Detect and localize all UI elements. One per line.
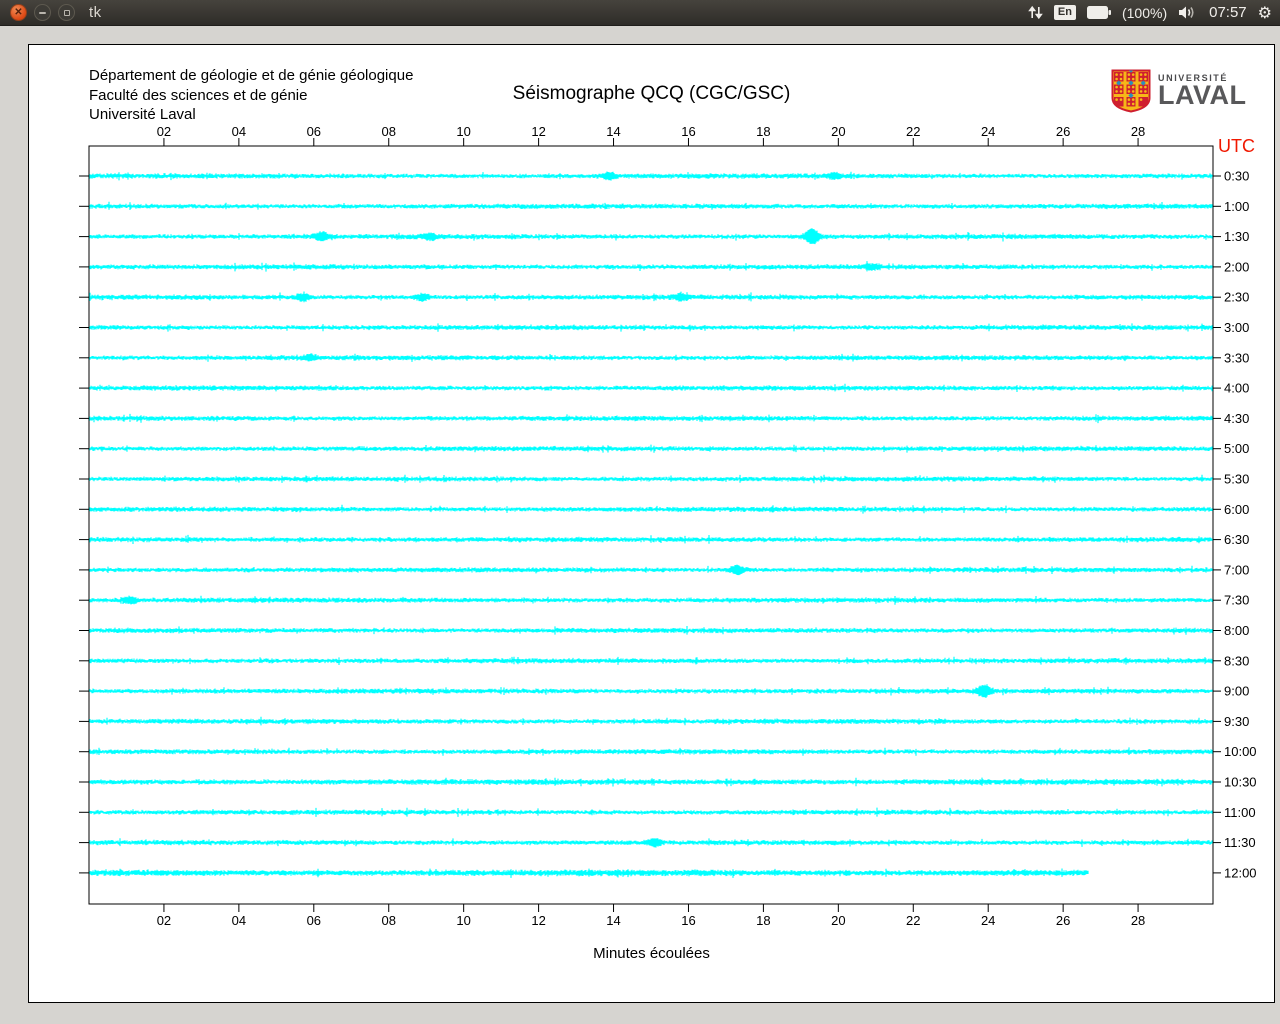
x-tick-label-top: 10	[456, 124, 470, 139]
plot-frame	[88, 145, 1214, 905]
x-tick-label-bottom: 02	[157, 913, 171, 928]
seismogram-trace-5:30	[89, 474, 1213, 484]
x-tick-label-bottom: 20	[831, 913, 845, 928]
x-tick-label-bottom: 06	[307, 913, 321, 928]
seismogram-trace-6:00	[89, 504, 1213, 514]
keyboard-layout-indicator[interactable]: En	[1053, 5, 1076, 20]
utc-time-label: 6:30	[1224, 532, 1249, 547]
seismogram-trace-10:00	[89, 747, 1213, 756]
utc-time-label: 9:30	[1224, 714, 1249, 729]
x-tick-label-bottom: 26	[1056, 913, 1070, 928]
utc-time-label: 7:00	[1224, 562, 1249, 577]
utc-time-label: 10:30	[1224, 775, 1257, 790]
utc-time-label: 3:30	[1224, 350, 1249, 365]
x-tick-label-bottom: 12	[531, 913, 545, 928]
utc-time-label: 5:30	[1224, 472, 1249, 487]
utc-time-label: 1:30	[1224, 229, 1249, 244]
utc-time-label: 0:30	[1224, 169, 1249, 184]
x-tick-label-top: 02	[157, 124, 171, 139]
utc-time-label: 6:00	[1224, 502, 1249, 517]
seismogram-trace-10:30	[89, 777, 1213, 787]
seismogram-trace-9:00	[89, 684, 1213, 698]
x-tick-label-top: 18	[756, 124, 770, 139]
x-tick-label-top: 14	[606, 124, 620, 139]
utc-time-label: 7:30	[1224, 593, 1249, 608]
x-tick-label-bottom: 22	[906, 913, 920, 928]
utc-time-label: 12:00	[1224, 865, 1257, 880]
volume-icon[interactable]	[1178, 5, 1198, 20]
x-tick-label-bottom: 04	[232, 913, 246, 928]
seismogram-trace-5:00	[89, 444, 1213, 453]
seismogram-trace-8:00	[89, 626, 1213, 635]
seismogram-trace-2:30	[89, 291, 1213, 303]
x-tick-label-top: 16	[681, 124, 695, 139]
seismogram-chart: 02 02 04 04 06 06 08 08 10 10 12 12 14 14 16 16 18 18 20 20…	[79, 124, 1257, 928]
tk-canvas: Département de géologie et de génie géol…	[28, 44, 1275, 1003]
utc-time-label: 4:30	[1224, 411, 1249, 426]
seismogram-trace-6:30	[89, 534, 1213, 544]
seismogram-trace-7:00	[89, 564, 1213, 576]
x-tick-label-bottom: 10	[456, 913, 470, 928]
x-tick-label-top: 08	[381, 124, 395, 139]
utc-time-label: 5:00	[1224, 441, 1249, 456]
utc-axis-label: UTC	[1218, 136, 1255, 156]
seismogram-trace-9:30	[89, 716, 1213, 726]
utc-time-label: 2:30	[1224, 290, 1249, 305]
x-tick-label-bottom: 28	[1131, 913, 1145, 928]
seismogram-trace-1:30	[89, 228, 1213, 245]
x-tick-label-top: 26	[1056, 124, 1070, 139]
seismogram-trace-0:30	[89, 171, 1213, 181]
close-button[interactable]: ✕	[10, 4, 27, 21]
seismogram-trace-1:00	[89, 201, 1213, 210]
seismogram-trace-7:30	[89, 595, 1213, 605]
maximize-button[interactable]	[58, 4, 75, 21]
seismogram-trace-11:00	[89, 807, 1213, 817]
utc-time-label: 8:00	[1224, 623, 1249, 638]
maximize-icon	[63, 9, 70, 16]
utc-time-label: 11:30	[1224, 835, 1256, 850]
utc-time-label: 3:00	[1224, 320, 1249, 335]
seismogram-trace-3:30	[89, 353, 1213, 362]
seismogram-trace-4:30	[89, 413, 1213, 424]
window-controls: ✕	[10, 4, 75, 21]
x-tick-label-top: 12	[531, 124, 545, 139]
utc-time-label: 1:00	[1224, 199, 1249, 214]
gear-icon[interactable]: ⚙	[1258, 4, 1272, 21]
seismogram-trace-4:00	[89, 383, 1213, 393]
battery-percentage[interactable]: (100%)	[1122, 5, 1167, 21]
desktop-screen: { "taskbar": { "window_title": "tk", "cl…	[0, 0, 1280, 1024]
x-tick-label-top: 04	[232, 124, 246, 139]
clock[interactable]: 07:57	[1209, 4, 1247, 21]
x-tick-label-bottom: 14	[606, 913, 620, 928]
utc-time-label: 10:00	[1224, 744, 1257, 759]
seismogram-trace-3:00	[89, 323, 1213, 332]
utc-time-label: 4:00	[1224, 381, 1249, 396]
x-tick-label-bottom: 16	[681, 913, 695, 928]
seismogram-trace-12:00	[89, 868, 1089, 878]
x-tick-label-top: 20	[831, 124, 845, 139]
x-tick-label-top: 28	[1131, 124, 1145, 139]
utc-time-label: 2:00	[1224, 259, 1249, 274]
utc-time-label: 11:00	[1224, 805, 1256, 820]
window-title: tk	[89, 4, 102, 21]
seismogram-trace-8:30	[89, 656, 1213, 665]
seismogram-trace-11:30	[89, 838, 1213, 848]
x-tick-label-bottom: 18	[756, 913, 770, 928]
x-tick-label-bottom: 24	[981, 913, 995, 928]
seismogram-trace-2:00	[89, 261, 1213, 272]
minimize-icon	[39, 11, 46, 14]
x-axis-title: Minutes écoulées	[593, 945, 710, 962]
x-tick-label-top: 24	[981, 124, 995, 139]
top-panel: ✕ tk En (100%) 07:57 ⚙	[0, 0, 1280, 26]
network-arrows-icon[interactable]	[1028, 5, 1043, 20]
x-tick-label-top: 22	[906, 124, 920, 139]
system-tray: En (100%) 07:57 ⚙	[1028, 4, 1272, 21]
utc-time-label: 8:30	[1224, 653, 1249, 668]
x-tick-label-bottom: 08	[381, 913, 395, 928]
battery-icon[interactable]	[1086, 6, 1111, 19]
x-tick-label-top: 06	[307, 124, 321, 139]
minimize-button[interactable]	[34, 4, 51, 21]
utc-time-label: 9:00	[1224, 684, 1249, 699]
